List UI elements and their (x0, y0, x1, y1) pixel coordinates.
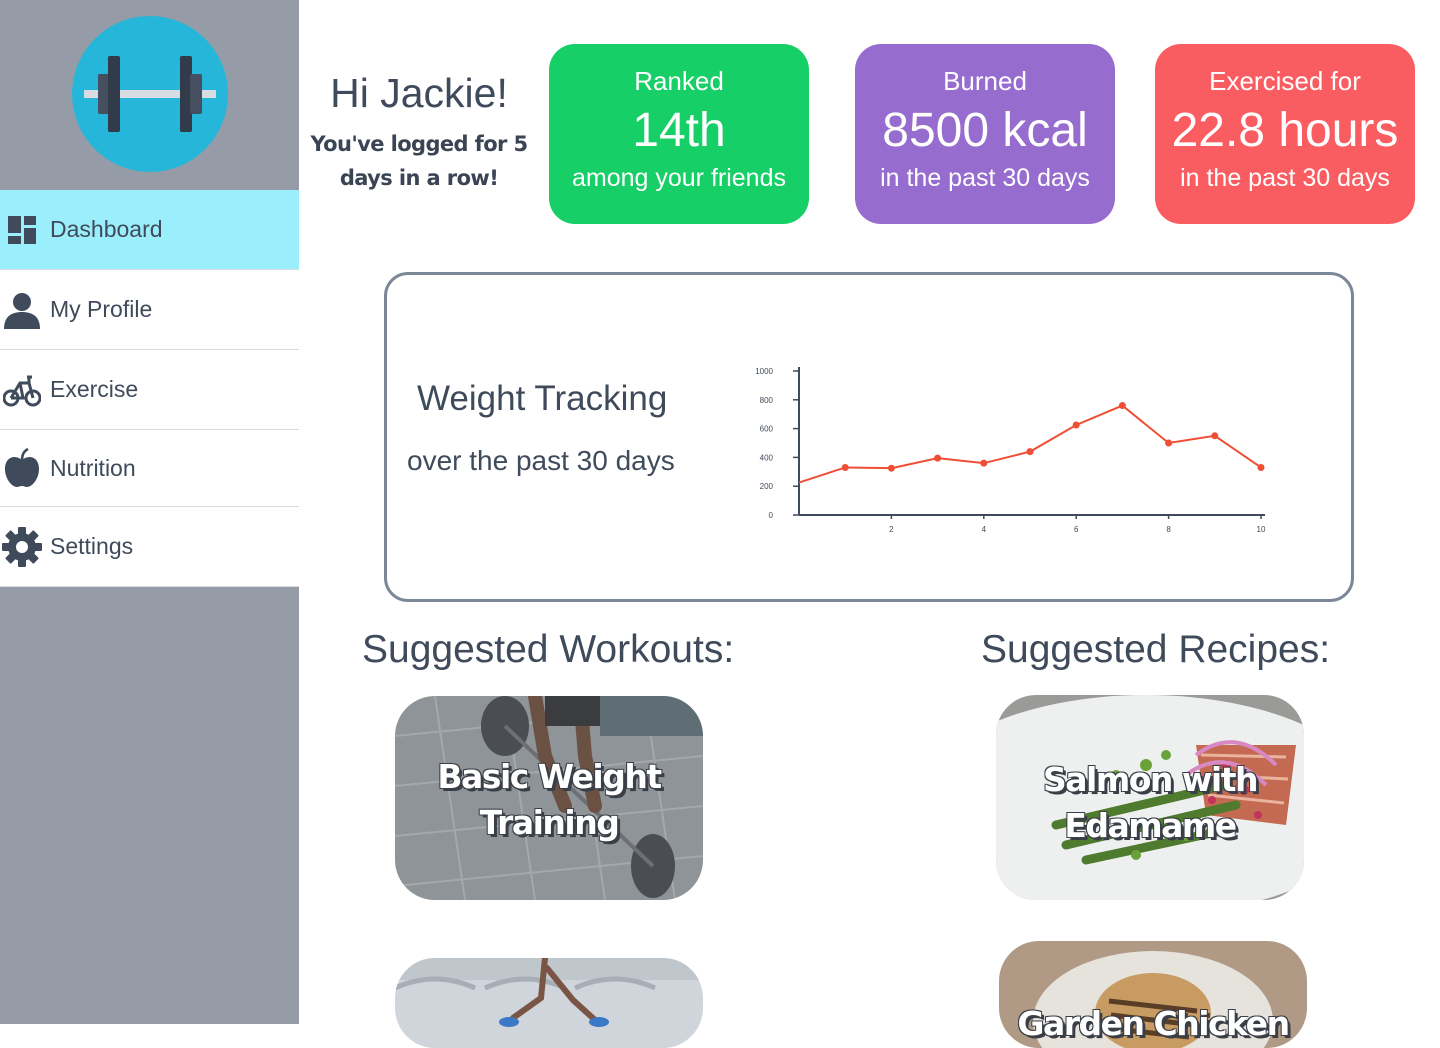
data-point (841, 463, 849, 471)
sidebar-item-my-profile[interactable]: My Profile (0, 270, 299, 350)
stat-value: 22.8 hours (1171, 104, 1399, 157)
sidebar: Dashboard My Profile Exercise Nutrition (0, 0, 299, 1024)
user-icon (0, 288, 44, 332)
y-tick-label: 0 (769, 511, 774, 520)
data-point (934, 454, 942, 462)
sidebar-item-exercise[interactable]: Exercise (0, 350, 299, 430)
stat-value: 8500 kcal (882, 104, 1088, 157)
y-tick-label: 200 (760, 482, 774, 491)
sidebar-item-label: Settings (50, 533, 134, 559)
stat-card-rank[interactable]: Ranked 14th among your friends (549, 44, 809, 224)
stat-card-calories[interactable]: Burned 8500 kcal in the past 30 days (855, 44, 1115, 224)
app-logo[interactable] (72, 16, 228, 172)
data-point (887, 464, 895, 472)
sidebar-item-label: My Profile (50, 296, 153, 322)
data-point (1257, 463, 1265, 471)
recipe-label: Salmon with Edamame (1043, 760, 1258, 845)
x-tick-label: 4 (982, 525, 987, 534)
greeting: Hi Jackie! You've logged for 5 days in a… (305, 70, 533, 195)
x-tick-label: 10 (1257, 525, 1266, 534)
stat-card-exercise-time[interactable]: Exercised for 22.8 hours in the past 30 … (1155, 44, 1415, 224)
y-tick-label: 400 (760, 453, 774, 462)
sidebar-item-nutrition[interactable]: Nutrition (0, 430, 299, 507)
sidebar-nav: Dashboard My Profile Exercise Nutrition (0, 190, 299, 587)
series-line (798, 404, 1262, 484)
weight-chart: 0 200 400 600 800 1000 2 4 6 8 10 (755, 367, 1266, 534)
bike-icon (0, 368, 44, 412)
workout-card-running[interactable] (395, 958, 703, 1048)
y-tick-label: 1000 (755, 367, 773, 376)
sidebar-item-label: Dashboard (50, 216, 163, 242)
sidebar-item-label: Exercise (50, 376, 139, 402)
workout-photo (395, 958, 703, 1048)
y-tick-label: 600 (760, 425, 774, 434)
weight-tracking-title: Weight Tracking (417, 379, 668, 418)
dashboard-icon (0, 208, 44, 252)
weight-tracking-subtitle: over the past 30 days (407, 445, 675, 476)
suggested-workouts-title: Suggested Workouts: (362, 628, 735, 671)
recipe-card-salmon-with-edamame[interactable]: Salmon with Edamame (996, 695, 1304, 900)
stat-label: Ranked (634, 66, 724, 96)
x-tick-label: 6 (1074, 525, 1079, 534)
workout-label: Basic Weight Training (437, 757, 662, 842)
workout-card-basic-weight-training[interactable]: Basic Weight Training (395, 696, 703, 900)
stat-label: Burned (943, 66, 1027, 96)
recipe-card-garden-chicken[interactable]: Garden Chicken (999, 941, 1307, 1048)
suggested-recipes-title: Suggested Recipes: (981, 628, 1331, 671)
sidebar-item-settings[interactable]: Settings (0, 507, 299, 587)
barbell-icon (84, 56, 216, 132)
data-point (1165, 439, 1173, 447)
stat-caption: in the past 30 days (1180, 164, 1390, 192)
stat-label: Exercised for (1209, 66, 1361, 96)
x-tick-label: 8 (1166, 525, 1171, 534)
gear-icon (0, 525, 44, 569)
data-point (980, 459, 988, 467)
data-point (1026, 448, 1034, 456)
apple-icon (0, 446, 44, 490)
y-tick-label: 800 (760, 396, 774, 405)
greeting-title: Hi Jackie! (330, 70, 508, 116)
data-point (1211, 432, 1219, 440)
streak-message: You've logged for 5 days in a row! (310, 132, 528, 190)
data-point (1072, 421, 1080, 429)
data-point (1118, 402, 1126, 410)
sidebar-item-dashboard[interactable]: Dashboard (0, 190, 299, 270)
stat-caption: among your friends (571, 164, 786, 192)
x-tick-label: 2 (889, 525, 894, 534)
weight-tracking-card[interactable]: Weight Tracking over the past 30 days 0 2… (384, 272, 1354, 602)
sidebar-item-label: Nutrition (50, 454, 136, 481)
stat-value: 14th (632, 104, 726, 157)
stat-caption: in the past 30 days (880, 164, 1090, 192)
recipe-label: Garden Chicken (1017, 1004, 1290, 1043)
